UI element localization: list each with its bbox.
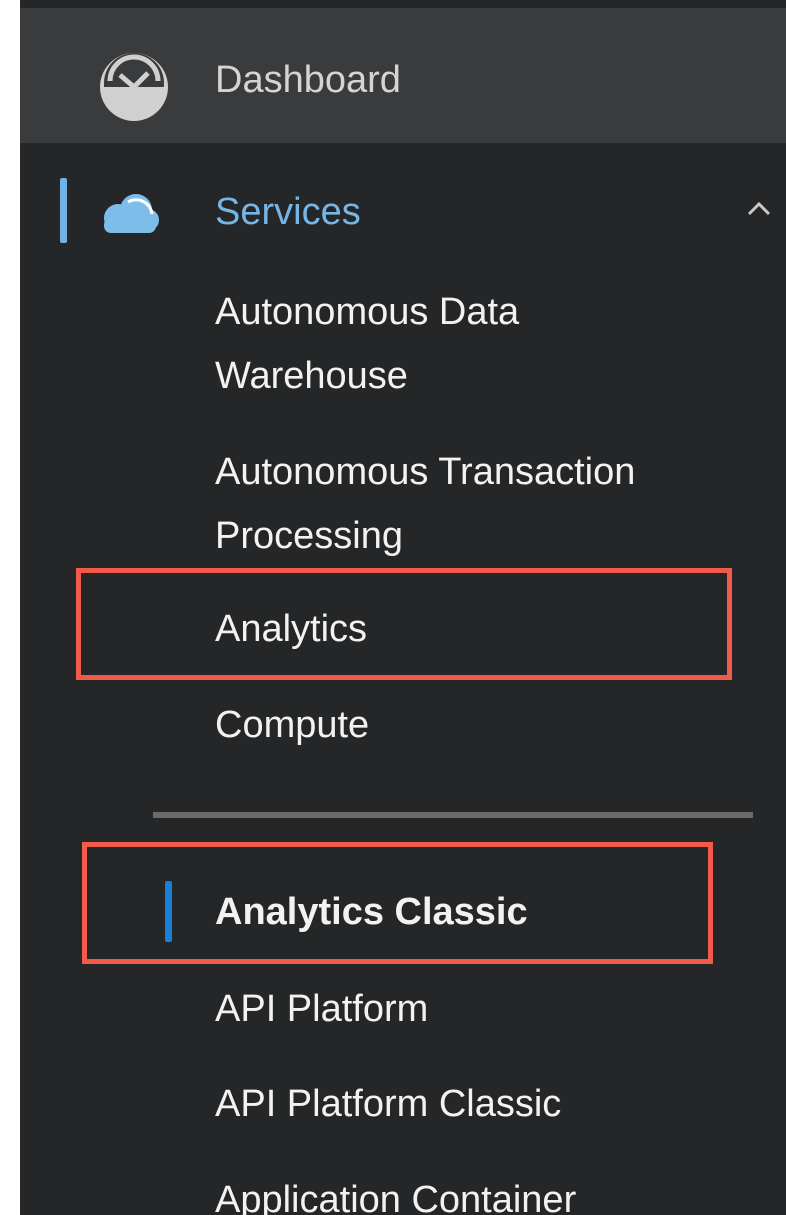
cloud-icon xyxy=(104,194,159,233)
item-label: API Platform xyxy=(215,988,429,1030)
nav-item-application-container[interactable]: Application Container xyxy=(215,1168,576,1215)
selected-item-indicator xyxy=(165,881,172,942)
dashboard-gauge-icon xyxy=(100,53,168,121)
item-label-line: Warehouse xyxy=(215,355,408,397)
services-active-indicator xyxy=(60,178,67,243)
item-label: Application Container xyxy=(215,1179,577,1215)
section-divider xyxy=(153,812,753,818)
nav-item-autonomous-transaction-processing[interactable]: Autonomous Transaction Processing xyxy=(215,440,635,568)
nav-item-analytics-classic[interactable]: Analytics Classic xyxy=(215,880,528,944)
services-label: Services xyxy=(215,191,361,233)
nav-item-autonomous-data-warehouse[interactable]: Autonomous Data Warehouse xyxy=(215,280,519,408)
chevron-up-icon[interactable] xyxy=(746,198,772,218)
nav-item-api-platform[interactable]: API Platform xyxy=(215,977,428,1041)
nav-item-dashboard[interactable]: Dashboard xyxy=(20,8,786,143)
item-label-line: Autonomous Transaction xyxy=(215,451,636,493)
item-label-line: Autonomous Data xyxy=(215,291,520,333)
nav-item-compute[interactable]: Compute xyxy=(215,693,369,757)
item-label-line: Processing xyxy=(215,515,403,557)
services-navigation-panel: Dashboard Services Autonomous Data Wareh… xyxy=(20,0,786,1215)
nav-item-api-platform-classic[interactable]: API Platform Classic xyxy=(215,1072,561,1136)
item-label: Analytics xyxy=(215,608,368,650)
item-label: Compute xyxy=(215,704,370,746)
nav-item-analytics[interactable]: Analytics xyxy=(215,597,367,661)
dashboard-label: Dashboard xyxy=(215,59,401,101)
item-label: Analytics Classic xyxy=(215,891,528,933)
item-label: API Platform Classic xyxy=(215,1083,562,1125)
